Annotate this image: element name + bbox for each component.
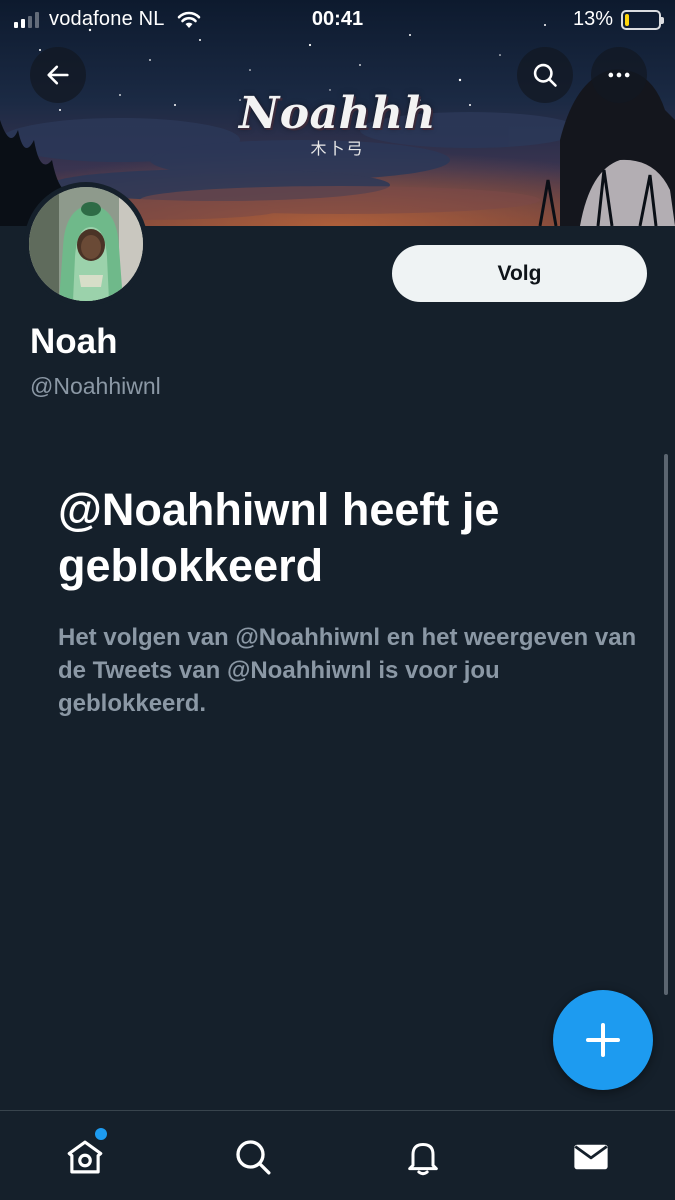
blocked-title: @Noahhiwnl heeft je geblokkeerd	[58, 484, 500, 591]
tab-home[interactable]	[61, 1133, 109, 1181]
profile-screen: Noahhh 木卜弓 vodafone NL 00:41 13% Volg No…	[0, 0, 675, 1200]
bottom-tab-bar	[0, 1110, 675, 1200]
battery-level	[625, 13, 630, 26]
bell-icon	[408, 1143, 438, 1176]
scrollbar[interactable]	[664, 454, 668, 995]
battery-icon	[621, 9, 664, 30]
avatar[interactable]	[24, 182, 148, 306]
profile-name: Noah	[30, 322, 118, 361]
plus-icon	[586, 1023, 620, 1057]
more-horizontal-icon	[608, 72, 630, 78]
arrow-left-icon	[47, 65, 69, 85]
battery-percent: 13%	[572, 8, 613, 30]
banner-logo-text: Noahhh	[238, 88, 437, 139]
tab-notifications[interactable]	[399, 1133, 447, 1181]
search-icon	[533, 63, 557, 87]
banner-logo-subtext: 木卜弓	[310, 139, 365, 158]
avatar-image	[29, 187, 143, 301]
blocked-description: Het volgen van @Noahhiwnl en het weergev…	[58, 624, 637, 717]
status-bar: vodafone NL 00:41 13%	[0, 0, 675, 38]
home-badge-dot	[95, 1128, 107, 1140]
compose-tweet-button[interactable]	[553, 990, 653, 1090]
status-bar-right: 13%	[572, 8, 664, 31]
back-button[interactable]	[30, 47, 86, 103]
search-button[interactable]	[517, 47, 573, 103]
tab-search[interactable]	[229, 1133, 277, 1181]
more-options-button[interactable]	[591, 47, 647, 103]
profile-handle: @Noahhiwnl	[30, 373, 161, 399]
follow-button[interactable]: Volg	[392, 245, 647, 302]
search-icon	[236, 1140, 271, 1175]
tab-messages[interactable]	[567, 1133, 615, 1181]
home-icon	[67, 1140, 103, 1174]
mail-icon	[574, 1144, 608, 1170]
